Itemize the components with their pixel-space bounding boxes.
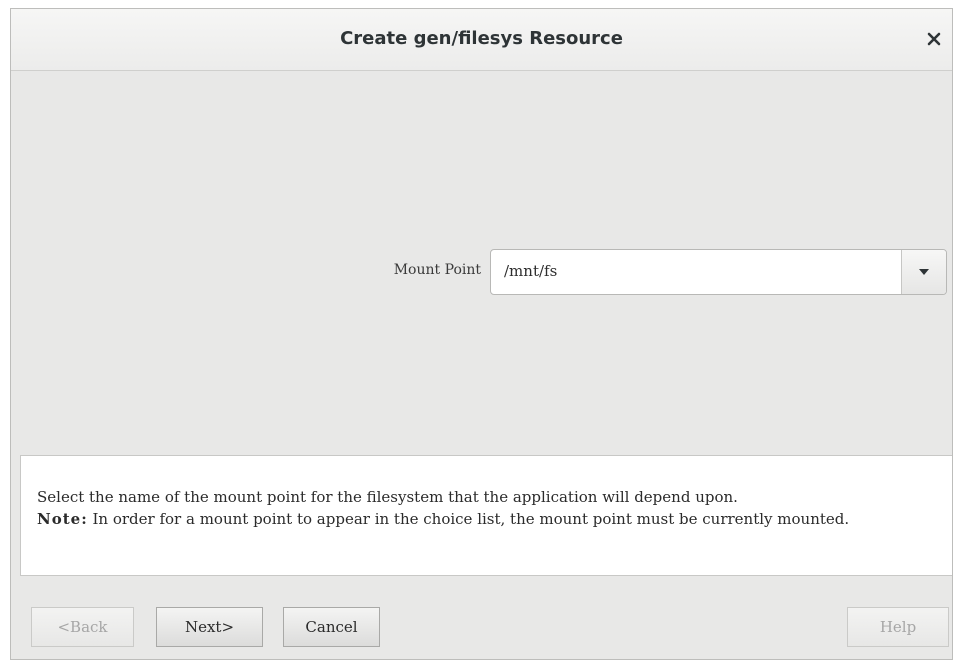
mount-point-combobox[interactable]: /mnt/fs: [490, 249, 947, 295]
mount-point-row: Mount Point /mnt/fs: [11, 249, 952, 295]
back-button[interactable]: <Back: [31, 607, 134, 647]
note-label: Note:: [37, 510, 88, 528]
help-button[interactable]: Help: [847, 607, 949, 647]
cancel-button[interactable]: Cancel: [283, 607, 380, 647]
note-text: In order for a mount point to appear in …: [87, 510, 850, 528]
close-icon: [927, 32, 941, 46]
mount-point-dropdown-button[interactable]: [901, 250, 946, 294]
chevron-down-icon: [918, 263, 930, 281]
dialog-titlebar: Create gen/filesys Resource: [11, 9, 952, 71]
help-text-box: Select the name of the mount point for t…: [20, 455, 952, 576]
dialog-title: Create gen/filesys Resource: [340, 28, 623, 49]
mount-point-label: Mount Point: [393, 262, 481, 278]
help-text-line: Select the name of the mount point for t…: [37, 488, 738, 506]
next-button[interactable]: Next>: [156, 607, 263, 647]
mount-point-value[interactable]: /mnt/fs: [504, 262, 557, 280]
close-button[interactable]: [922, 26, 946, 52]
create-resource-dialog: Create gen/filesys Resource Mount Point …: [10, 8, 953, 660]
